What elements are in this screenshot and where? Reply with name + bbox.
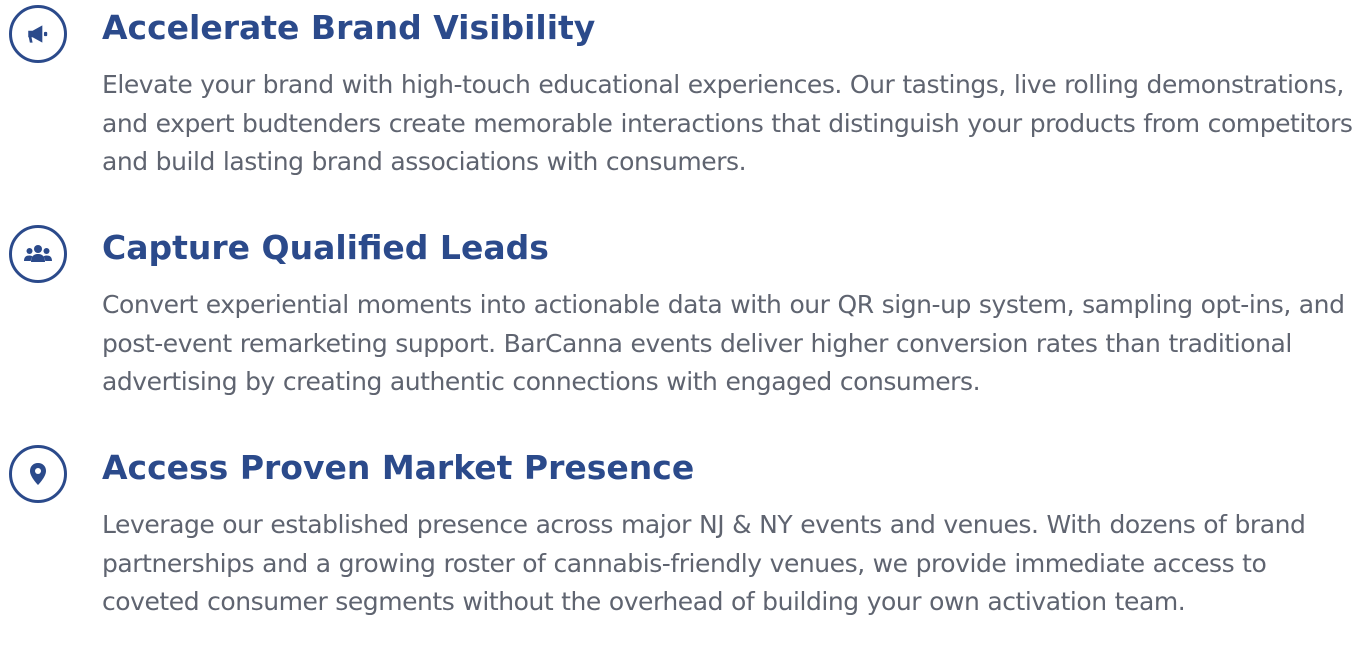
- map-pin-icon: [9, 445, 67, 503]
- feature-description: Leverage our established presence across…: [102, 510, 1306, 616]
- feature-title: Capture Qualified Leads: [102, 228, 549, 267]
- users-icon: [9, 225, 67, 283]
- feature-title: Accelerate Brand Visibility: [102, 8, 596, 47]
- feature-description: Elevate your brand with high-touch educa…: [102, 70, 1353, 176]
- feature-description: Convert experiential moments into action…: [102, 290, 1345, 396]
- feature-title: Access Proven Market Presence: [102, 448, 695, 487]
- megaphone-icon: [9, 5, 67, 63]
